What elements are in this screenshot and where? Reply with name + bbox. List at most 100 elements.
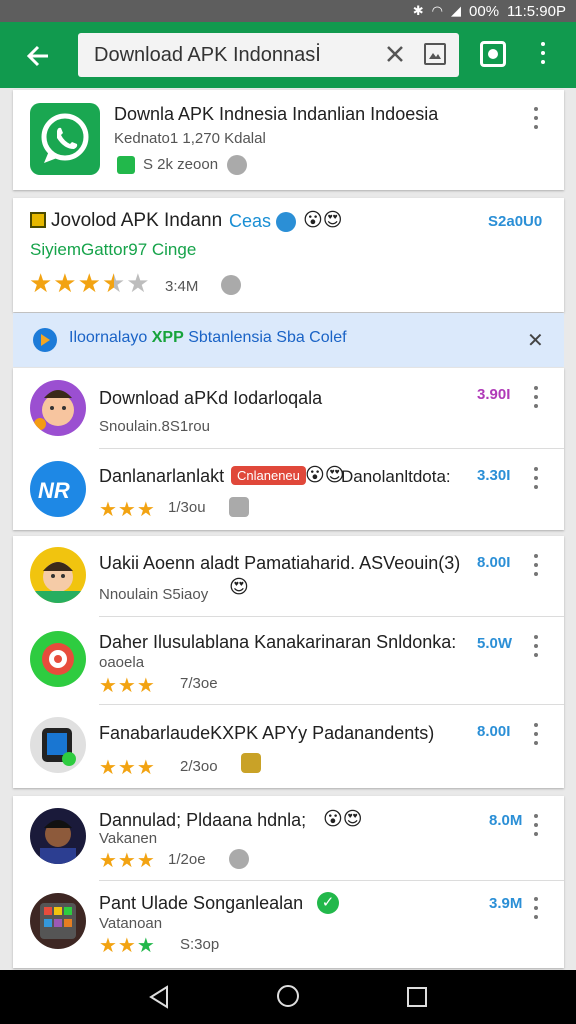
emoji-icon: 😮😍 [323,809,363,830]
verified-check-icon: ✓ [317,892,339,914]
clear-icon[interactable] [384,43,406,65]
emoji-icon: 😮😍 [303,210,343,231]
promo-badge-text: Ceas [229,211,272,231]
app-meta: 1/3ou [168,499,206,516]
app-icon [30,893,86,949]
info-icon [227,155,247,175]
info-icon [241,753,261,773]
nav-home-icon[interactable] [277,985,299,1007]
app-more-icon[interactable] [531,723,541,745]
app-rating-stars: ★★★ [99,850,156,872]
app-price: 5.0W [477,635,513,652]
search-toolbar: Download APK Indonnasİ [0,22,576,88]
promo-app-card[interactable]: Jovolod APK Indann Ceas 😮😍 S2a0U0 Siyiem… [13,198,564,312]
promo-title: Jovolod APK Indann [51,210,223,231]
app-subtitle: Nnoulain S5iaoy [99,586,209,603]
wifi-icon: ◠ [431,3,444,18]
app-title: Pant Ulade Songanlealan [99,893,304,913]
search-input[interactable]: Download APK Indonnasİ [94,44,321,67]
app-title: Danlanarlanlakt [99,466,225,486]
navigation-bar [0,970,576,1024]
app-icon [30,808,86,864]
app-subtitle: Vatanoan [99,915,163,932]
banner-close-icon[interactable]: ✕ [527,328,544,353]
app-rating-stars: ★★★ [99,757,156,779]
app-price: 8.0M [489,812,523,829]
battery-level: 00% [469,2,500,20]
back-arrow-icon[interactable] [24,42,52,70]
svg-text:NR: NR [38,478,70,503]
featured-app-meta: S 2k zeoon [143,156,219,173]
list-item[interactable]: Daher Ilusulablana Kanakarinaran Snldonk… [13,617,564,703]
promo-developer: SiyiemGattor97 Cinge [30,240,197,259]
info-icon [229,497,249,517]
app-more-icon[interactable] [531,386,541,408]
app-title: Dannulad; Pldaana hdnla; [99,810,307,830]
info-icon [221,275,241,295]
app-tag: Cnlaneneu [231,466,306,485]
apps-list-group-3: Dannulad; Pldaana hdnla; 😮😍 Vakanen 8.0M… [13,796,564,968]
image-search-icon[interactable] [424,43,446,65]
app-price: 3.9M [489,895,523,912]
list-item[interactable]: Dannulad; Pldaana hdnla; 😮😍 Vakanen 8.0M… [13,796,564,880]
app-subtitle: Vakanen [99,830,158,847]
app-meta: S:3op [180,936,220,953]
verified-icon [276,212,296,232]
app-title: Download aPKd Iodarloqala [99,388,323,408]
app-subtitle: Snoulain.8S1rou [99,418,210,435]
app-title: Daher Ilusulablana Kanakarinaran Snldonk… [99,632,457,652]
app-icon [30,717,86,773]
promo-rating-count: 3:4M [165,278,199,295]
featured-app-title: Downla APK Indnesia Indanlian Indoesia [114,104,439,124]
app-rating-stars: ★★★ [99,499,156,521]
app-price: 3.90I [477,386,511,403]
list-item[interactable]: Download aPKd Iodarloqala Snoulain.8S1ro… [13,368,564,448]
camera-icon[interactable] [480,41,506,67]
app-more-icon[interactable] [531,814,541,836]
app-meta: 2/3oo [180,758,218,775]
app-rating-stars: ★★★ [99,935,156,957]
app-icon [30,380,86,436]
app-price: 8.00I [477,554,511,571]
app-price: 3.30I [477,467,511,484]
app-more-icon[interactable] [531,897,541,919]
app-title: FanabarlaudeKXPK APYy Padanandents) [99,723,435,743]
signal-icon: ◢ [451,3,462,18]
app-more-icon[interactable] [531,467,541,489]
promo-badge-icon [30,212,46,228]
featured-app-subtitle: Kednato1 1,270 Kdalal [114,130,266,147]
info-icon [229,849,249,869]
app-icon [30,631,86,687]
nav-back-icon[interactable] [148,985,170,1009]
app-title: Uakii Aoenn aladt Pamatiaharid. ASVeouin… [99,553,461,573]
app-meta: 1/2oe [168,851,206,868]
apps-list-group-1: Download aPKd Iodarloqala Snoulain.8S1ro… [13,368,564,530]
play-icon [33,328,57,352]
app-icon: NR [30,461,86,517]
app-price: 8.00I [477,723,511,740]
install-badge-icon [117,156,135,174]
banner-text: Iloornalayo XPP Sbtanlensia Sba Colef [69,329,347,346]
more-options-icon[interactable] [538,42,548,64]
list-item[interactable]: NR Danlanarlanlakt Cnlaneneu 😮😍 Danolanl… [13,449,564,529]
app-more-icon[interactable] [531,635,541,657]
list-item[interactable]: Pant Ulade Songanlealan ✓ Vatanoan 3.9M … [13,881,564,967]
list-item[interactable]: Uakii Aoenn aladt Pamatiaharid. ASVeouin… [13,536,564,616]
app-rating-stars: ★★★ [99,675,156,697]
promo-rating-stars: ★★★★★ [29,268,151,298]
status-bar: ✱ ◠ ◢ 00% 11:5:90P [0,0,576,22]
app-icon [30,547,86,603]
info-banner[interactable]: Iloornalayo XPP Sbtanlensia Sba Colef ✕ [13,313,564,367]
app-more-icon[interactable] [531,554,541,576]
whatsapp-app-icon [30,103,100,175]
apps-list-group-2: Uakii Aoenn aladt Pamatiaharid. ASVeouin… [13,536,564,788]
nav-recents-icon[interactable] [407,987,427,1007]
list-item[interactable]: FanabarlaudeKXPK APYy Padanandents) 8.00… [13,705,564,787]
app-subtitle: oaoela [99,654,145,671]
featured-app-card[interactable]: Downla APK Indnesia Indanlian Indoesia K… [13,90,564,190]
emoji-icon: 😮😍 [305,465,345,486]
app-meta: 7/3oe [180,675,218,692]
emoji-icon: 😍 [229,577,249,598]
search-box[interactable]: Download APK Indonnasİ [78,33,459,77]
featured-more-icon[interactable] [531,107,541,129]
